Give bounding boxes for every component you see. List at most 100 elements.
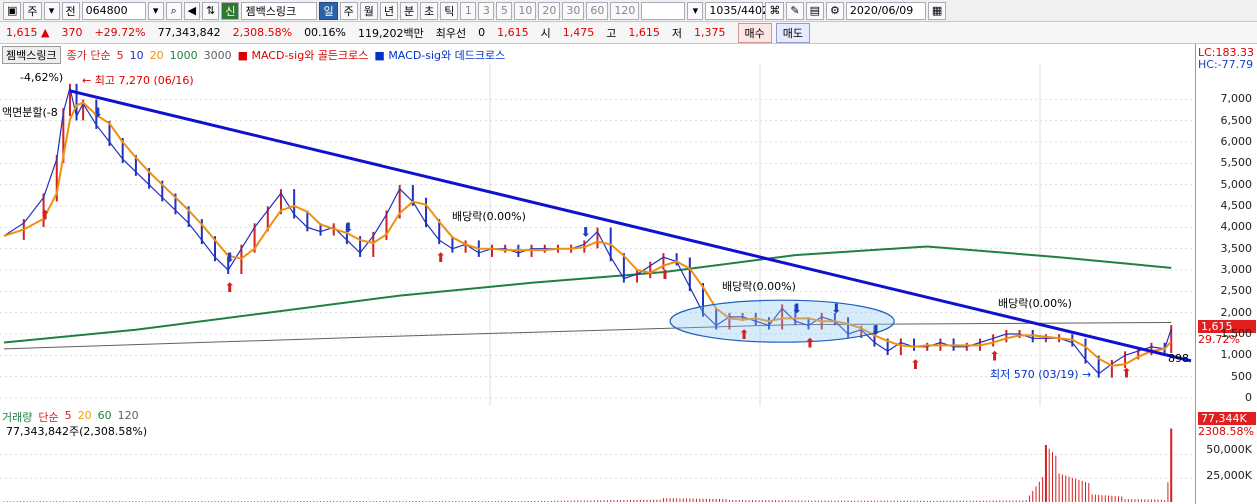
prev-button[interactable]: 전 — [61, 1, 80, 20]
price-tick: 3,000 — [1220, 263, 1253, 276]
interval-10[interactable]: 10 — [514, 1, 537, 20]
tab-minute[interactable]: 분 — [399, 1, 419, 20]
legend-golden-cross: ■ MACD-sig와 골든크로스 — [237, 49, 369, 62]
custom-interval-input[interactable] — [641, 1, 686, 20]
dead-cross-arrow: ⬇ — [224, 251, 235, 266]
highlight-ellipse — [669, 299, 895, 343]
price-tick: 500 — [1231, 369, 1252, 383]
price-tick: 1,500 — [1220, 327, 1253, 340]
ma3000-line — [3, 322, 1172, 350]
price-tick: 2,500 — [1220, 284, 1253, 298]
high-value: 1,615 — [628, 26, 660, 39]
low-label: 저 — [671, 26, 682, 40]
tab-second[interactable]: 초 — [420, 1, 439, 20]
golden-cross-arrow: ⬆ — [989, 349, 1000, 364]
tab-month[interactable]: 월 — [359, 1, 378, 20]
volume-tick: 50,000K — [1206, 443, 1252, 456]
tab-tick[interactable]: 틱 — [440, 1, 459, 20]
legend-dead-cross: ■ MACD-sig와 데드크로스 — [374, 49, 506, 62]
link-icon[interactable]: ⌘ — [765, 1, 785, 20]
start-value: 1,475 — [562, 26, 595, 39]
chart-legend: 젬백스링크 종가 단순 5 10 20 1000 3000 ■ MACD-sig… — [2, 46, 505, 64]
price-tick: 2,000 — [1220, 305, 1253, 319]
price-chart[interactable]: ⬇ ⬇ ⬇ ⬇ ⬇ ⬇ ⬇ ⬆ ⬆ ⬆ ⬆ ⬆ ⬆ ⬆ ⬆ ⬆ — [0, 64, 1195, 406]
tab-day[interactable]: 일 — [319, 1, 338, 20]
price-tick: 4,000 — [1220, 220, 1253, 234]
dead-cross-arrow: ⬇ — [870, 324, 881, 339]
turnover-rate: 00.16% — [304, 26, 347, 39]
ma1000-line — [3, 245, 1172, 344]
current-price: 1,615 ▲ — [6, 26, 50, 39]
legend-ma-5: 5 — [116, 48, 124, 62]
split-annotation: 액면분할(-8 — [2, 106, 58, 119]
count-display: 1035/4402 — [705, 1, 769, 20]
dropdown-icon[interactable]: ▾ — [147, 1, 164, 20]
legend-stock-name[interactable]: 젬백스링크 — [2, 46, 61, 64]
best-bid-value: 0 — [478, 26, 486, 39]
price-tick: 6,000 — [1220, 135, 1253, 148]
interval-120[interactable]: 120 — [610, 1, 640, 20]
count-value: 1035 — [709, 4, 738, 17]
dead-cross-arrow: ⬇ — [831, 302, 842, 317]
volume-ratio: 2,308.58% — [232, 26, 293, 39]
save-icon[interactable]: ▤ — [805, 1, 824, 20]
draw-icon[interactable]: ✎ — [786, 1, 804, 20]
interval-20[interactable]: 20 — [538, 1, 561, 20]
interval-3[interactable]: 3 — [478, 1, 495, 20]
gear-icon[interactable]: ⚙ — [825, 1, 844, 20]
start-label: 시 — [540, 26, 551, 40]
low-annotation: 최저 570 (03/19) → — [990, 368, 1092, 381]
price-tick: 0 — [1245, 391, 1252, 404]
tab-year[interactable]: 년 — [379, 1, 398, 20]
price-tick: 1,000 — [1220, 348, 1253, 362]
arrows-icon[interactable]: ⇅ — [202, 1, 220, 20]
status-bar: 1,615 ▲ 370 +29.72% 77,343,842 2,308.58%… — [0, 22, 1257, 44]
golden-cross-arrow: ⬆ — [435, 251, 446, 266]
stock-code-input[interactable]: 064800 — [81, 1, 146, 20]
hc-value: HC:-77.79 — [1198, 58, 1254, 71]
buy-button[interactable]: 매수 — [737, 22, 772, 43]
price-tick: 6,500 — [1220, 113, 1253, 127]
open-value: 1,615 — [497, 26, 529, 39]
chevron-down-icon[interactable]: ▾ — [687, 1, 704, 20]
price-change-pct: +29.72% — [94, 26, 146, 39]
trend-line — [69, 89, 1192, 363]
golden-cross-arrow: ⬆ — [40, 208, 51, 223]
golden-cross-arrow: ⬆ — [659, 268, 670, 283]
price-tick: 5,500 — [1220, 156, 1253, 170]
date-input[interactable]: 2020/06/09 — [845, 1, 926, 20]
trend-end-label: 898 — [1168, 352, 1189, 365]
volume-value: 77,343,842 — [157, 26, 221, 39]
dead-cross-arrow: ⬇ — [92, 106, 103, 121]
high-label: 고 — [606, 26, 617, 40]
period-type-select[interactable]: 주 — [23, 1, 42, 20]
chart-menu-icon[interactable]: ▣ — [3, 1, 22, 20]
chevron-down-icon[interactable]: ▾ — [43, 1, 60, 20]
price-tick: 4,500 — [1220, 199, 1253, 212]
sell-button[interactable]: 매도 — [775, 22, 810, 43]
legend-ma-10: 10 — [129, 48, 144, 62]
toolbar: ▣ 주 ▾ 전 064800 ▾ ⌕ ◀ ⇅ 신 젬백스링크 일 주 월 년 분… — [0, 0, 1257, 22]
volume-pct-tag: 2308.58% — [1198, 425, 1254, 438]
calendar-icon[interactable]: ▦ — [927, 1, 947, 20]
interval-5[interactable]: 5 — [496, 1, 513, 20]
dividend-annotation-2: 배당락(0.00%) — [722, 280, 796, 293]
interval-1[interactable]: 1 — [460, 1, 477, 20]
dead-cross-arrow: ⬇ — [343, 221, 354, 236]
sound-icon[interactable]: ◀ — [183, 1, 201, 20]
right-axis: LC:183.33 HC:-77.79 1,615 29.72% 77,344K… — [1195, 44, 1257, 504]
interval-30[interactable]: 30 — [562, 1, 585, 20]
high-pct-annotation: -4,62%) — [20, 71, 64, 84]
search-icon[interactable]: ⌕ — [165, 1, 182, 20]
volume-tick: 25,000K — [1206, 469, 1252, 482]
volume-chart[interactable] — [0, 424, 1195, 504]
dead-cross-arrow: ⬇ — [791, 302, 802, 317]
trade-amount: 119,202백만 — [358, 26, 424, 40]
legend-ma-label: 종가 단순 — [66, 49, 111, 62]
high-annotation: ← 최고 7,270 (06/16) — [82, 74, 194, 87]
tab-week[interactable]: 주 — [339, 1, 358, 20]
price-tick: 7,000 — [1220, 92, 1253, 106]
golden-cross-arrow: ⬆ — [224, 281, 235, 296]
interval-60[interactable]: 60 — [586, 1, 609, 20]
volume-tag: 77,344K — [1198, 412, 1256, 425]
